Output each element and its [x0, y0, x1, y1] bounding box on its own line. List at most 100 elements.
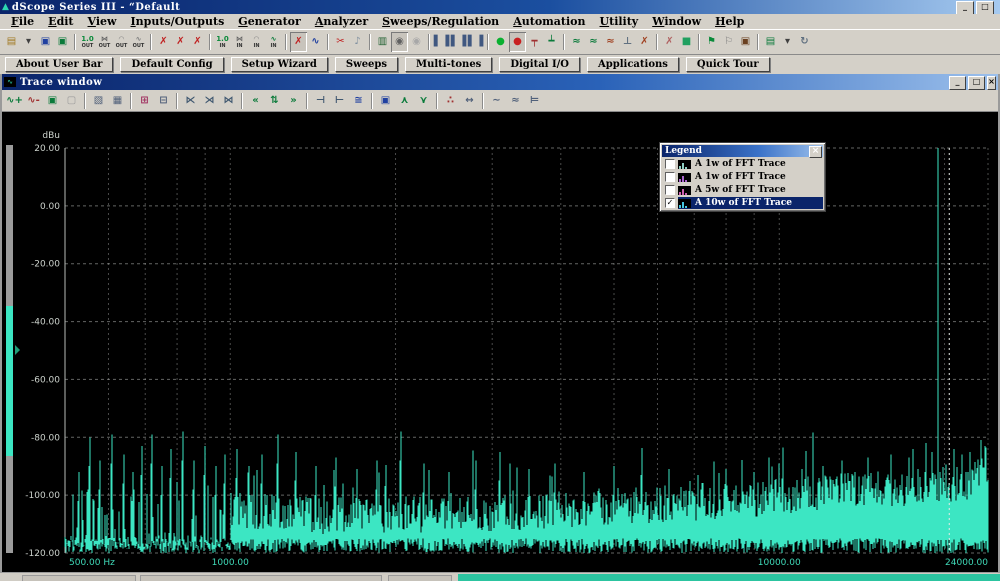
userbar-button-sweeps[interactable]: Sweeps [335, 57, 398, 72]
userbar-button-applications[interactable]: Applications [587, 57, 679, 72]
trace-display-icon[interactable]: ▧ [89, 91, 108, 111]
menu-item-view[interactable]: View [81, 15, 124, 28]
dot-join-icon[interactable]: ∴ [441, 91, 460, 111]
scope-view-icon[interactable]: ∿ [307, 32, 324, 52]
legend-row-4[interactable]: ✓A 10w of FFT Trace [662, 197, 823, 209]
graph-options-icon[interactable]: ⊞ [135, 91, 154, 111]
input-monitor-icon[interactable]: ◠IN [248, 32, 265, 52]
fit-trace-icon[interactable]: ⋈ [219, 91, 238, 111]
sweep-repeat-icon[interactable]: ≈ [585, 32, 602, 52]
menu-item-window[interactable]: Window [645, 15, 708, 28]
script-record-icon[interactable]: ▣ [737, 32, 754, 52]
close-panel-icon[interactable]: ✗ [661, 32, 678, 52]
pan-vertical-icon[interactable]: ⇅ [265, 91, 284, 111]
cursor-left-icon[interactable]: ⊣ [311, 91, 330, 111]
sweep-settle-icon[interactable]: ⊥ [619, 32, 636, 52]
legend-close-icon[interactable]: × [809, 146, 822, 158]
sweep-abort-icon[interactable]: ✗ [636, 32, 653, 52]
delete-trace-icon[interactable]: ∿- [24, 91, 43, 111]
trace-restore-button[interactable]: □ [968, 76, 985, 90]
event-notes-icon[interactable]: ♪ [349, 32, 366, 52]
aux-settings-icon[interactable]: ◉ [408, 32, 425, 52]
report-dropdown-icon[interactable]: ▾ [779, 32, 796, 52]
menu-item-inputs-outputs[interactable]: Inputs/Outputs [124, 15, 232, 28]
output-digital-icon[interactable]: ⋈OUT [96, 32, 113, 52]
pan-right-icon[interactable]: » [284, 91, 303, 111]
restore-button[interactable]: □ [976, 1, 994, 15]
input-aux-icon[interactable]: ∿IN [265, 32, 282, 52]
axis-options-icon[interactable]: ⊟ [154, 91, 173, 111]
z-order-icon[interactable]: ≅ [349, 91, 368, 111]
output-monitor-icon[interactable]: ◠OUT [113, 32, 130, 52]
save-config-as-icon[interactable]: ▣ [54, 32, 71, 52]
analyzer-settings-icon[interactable]: ◉ [391, 32, 408, 52]
mute-output-a-icon[interactable]: ✗ [155, 32, 172, 52]
sweep-single-icon[interactable]: ≈ [568, 32, 585, 52]
tap-output-icon[interactable]: ┯ [526, 32, 543, 52]
open-dropdown-icon[interactable]: ▾ [20, 32, 37, 52]
script-pause-icon[interactable]: ⚐ [720, 32, 737, 52]
legend-window[interactable]: Legend × A 1w of FFT TraceA 1w of FFT Tr… [659, 142, 826, 212]
input-mute-icon[interactable]: ✗ [290, 32, 307, 52]
open-config-icon[interactable]: ▤ [3, 32, 20, 52]
smooth-heavy-icon[interactable]: ≈ [506, 91, 525, 111]
legend-checkbox-3[interactable] [665, 185, 675, 195]
app-titlebar[interactable]: ▲ dScope Series III - “Default _ □ [0, 0, 1000, 14]
minimized-panel[interactable] [22, 575, 136, 581]
menu-item-automation[interactable]: Automation [506, 15, 592, 28]
legend-row-2[interactable]: A 1w of FFT Trace [662, 171, 823, 183]
legend-checkbox-1[interactable] [665, 159, 675, 169]
menu-item-file[interactable]: File [4, 15, 41, 28]
compress-x-icon[interactable]: ⋊ [200, 91, 219, 111]
expand-x-icon[interactable]: ⋉ [181, 91, 200, 111]
save-traces-icon[interactable]: ▣ [43, 91, 62, 111]
cursor-right-icon[interactable]: ⊢ [330, 91, 349, 111]
add-trace-icon[interactable]: ∿+ [5, 91, 24, 111]
legend-titlebar[interactable]: Legend × [662, 145, 823, 157]
minimize-button[interactable]: _ [956, 1, 974, 15]
sweep-stop-icon[interactable]: ≈ [602, 32, 619, 52]
smooth-light-icon[interactable]: ∼ [487, 91, 506, 111]
legend-row-1[interactable]: A 1w of FFT Trace [662, 158, 823, 170]
trace-window-titlebar[interactable]: ∿ Trace window _ □ × [2, 74, 998, 90]
level-meter-handle[interactable] [15, 345, 20, 355]
table-display-icon[interactable]: ▦ [108, 91, 127, 111]
channel-status-c-icon[interactable]: ▌▐ [467, 32, 484, 52]
input-channel-icon[interactable]: 1.0IN [214, 32, 231, 52]
menu-item-help[interactable]: Help [708, 15, 751, 28]
legend-toggle-icon[interactable]: ▣ [376, 91, 395, 111]
userbar-button-quick-tour[interactable]: Quick Tour [686, 57, 770, 72]
trace-close-button[interactable]: × [987, 76, 996, 90]
userbar-button-default-config[interactable]: Default Config [120, 57, 223, 72]
output-channel-icon[interactable]: 1.0OUT [79, 32, 96, 52]
trace-minimize-button[interactable]: _ [949, 76, 966, 90]
output-aux-icon[interactable]: ∿OUT [130, 32, 147, 52]
legend-row-3[interactable]: A 5w of FFT Trace [662, 184, 823, 196]
taskbar-accent[interactable] [458, 574, 1000, 581]
refresh-icon[interactable]: ↻ [796, 32, 813, 52]
stop-icon[interactable]: ● [509, 32, 526, 52]
menu-item-generator[interactable]: Generator [231, 15, 308, 28]
report-icon[interactable]: ▤ [762, 32, 779, 52]
channel-status-b-icon[interactable]: ▌▐ [450, 32, 467, 52]
copy-trace-icon[interactable]: ▢ [62, 91, 81, 111]
merge-traces-icon[interactable]: ⋎ [414, 91, 433, 111]
legend-checkbox-4[interactable]: ✓ [665, 198, 675, 208]
script-run-icon[interactable]: ⚑ [703, 32, 720, 52]
pan-left-icon[interactable]: « [246, 91, 265, 111]
regulation-display-icon[interactable]: ■ [678, 32, 695, 52]
split-traces-icon[interactable]: ⋏ [395, 91, 414, 111]
userbar-button-digital-i-o[interactable]: Digital I/O [499, 57, 580, 72]
userbar-button-multi-tones[interactable]: Multi-tones [405, 57, 492, 72]
menu-item-sweeps-regulation[interactable]: Sweeps/Regulation [375, 15, 506, 28]
run-icon[interactable]: ● [492, 32, 509, 52]
legend-checkbox-2[interactable] [665, 172, 675, 182]
userbar-button-setup-wizard[interactable]: Setup Wizard [231, 57, 328, 72]
menu-item-edit[interactable]: Edit [41, 15, 80, 28]
menu-item-utility[interactable]: Utility [593, 15, 646, 28]
measure-icon[interactable]: ⊨ [525, 91, 544, 111]
save-config-icon[interactable]: ▣ [37, 32, 54, 52]
signal-cut-icon[interactable]: ✂ [332, 32, 349, 52]
minimized-panel[interactable] [388, 575, 452, 581]
channel-status-a-icon[interactable]: ▌▐ [433, 32, 450, 52]
